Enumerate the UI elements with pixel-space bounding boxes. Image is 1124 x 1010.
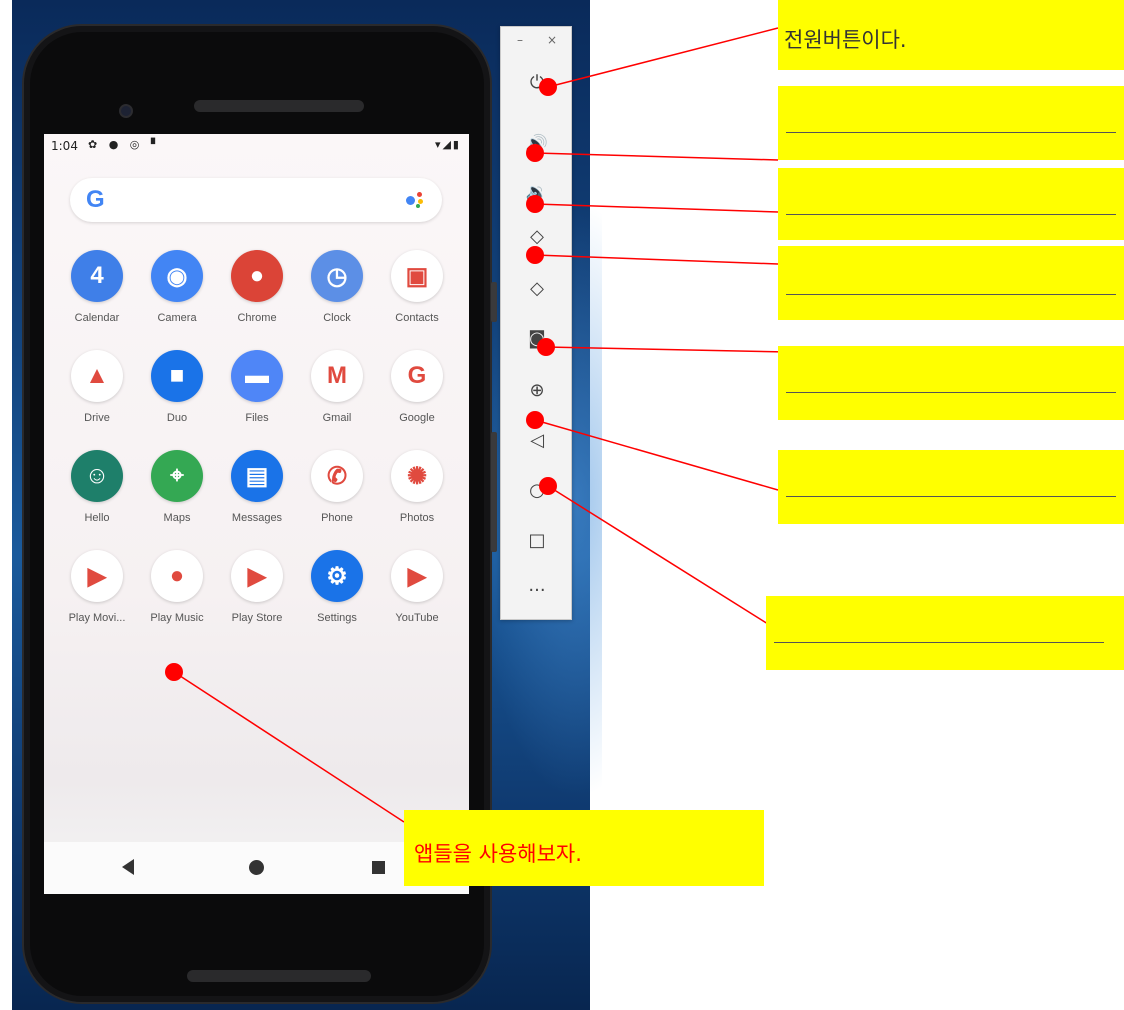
blank-line: [786, 294, 1116, 295]
marker-home: [539, 477, 557, 495]
note-blank-4: [778, 346, 1124, 420]
blank-line: [774, 642, 1104, 643]
marker-apps: [165, 663, 183, 681]
marker-rotate: [526, 246, 544, 264]
blank-line: [786, 496, 1116, 497]
blank-line: [786, 132, 1116, 133]
stage: 1:04 ✿ ● ◎ ▘ ▾◢▮ G 4 Calendar ◉ Camera ● Chro…: [0, 0, 1124, 1010]
note-power: 전원버튼이다.: [778, 0, 1124, 70]
marker-volume-up: [526, 144, 544, 162]
marker-screenshot: [537, 338, 555, 356]
note-apps: 앱들을 사용해보자.: [404, 810, 764, 886]
note-blank-5: [778, 450, 1124, 524]
blank-line: [786, 214, 1116, 215]
note-power-text: 전원버튼이다.: [784, 28, 907, 52]
note-blank-2: [778, 168, 1124, 240]
note-apps-text: 앱들을 사용해보자.: [414, 842, 582, 866]
note-blank-3: [778, 246, 1124, 320]
marker-volume-down: [526, 195, 544, 213]
marker-back: [526, 411, 544, 429]
note-blank-1: [778, 86, 1124, 160]
blank-line: [786, 392, 1116, 393]
note-blank-6: [766, 596, 1124, 670]
marker-power: [539, 78, 557, 96]
